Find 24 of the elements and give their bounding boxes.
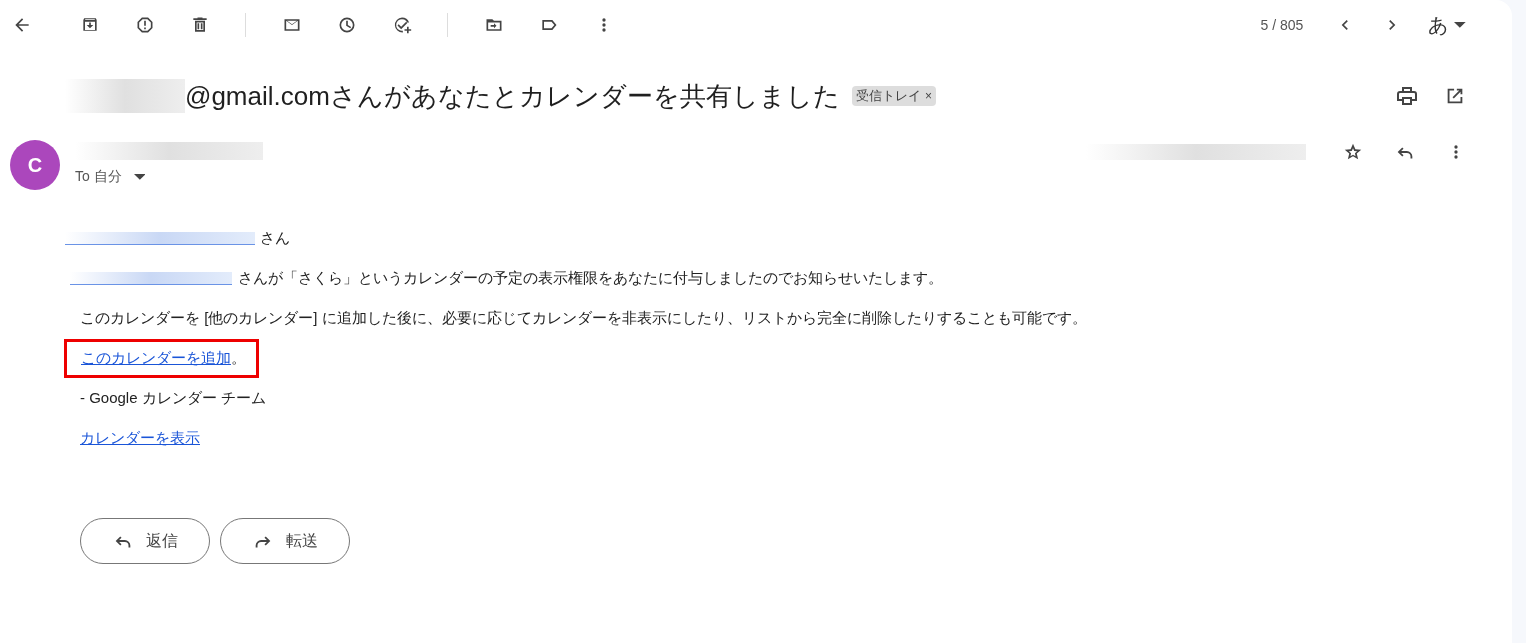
report-spam-icon[interactable] bbox=[135, 15, 155, 35]
sender-avatar[interactable]: C bbox=[10, 140, 60, 190]
calendar-link[interactable]: カレンダーを表示 bbox=[80, 428, 200, 446]
print-icon[interactable] bbox=[1395, 84, 1419, 108]
body-text: このカレンダーを [他のカレンダー] に追加した後に、必要に応じてカレンダーを非表示にしたり、リストから完全に削除したりすることも可能です。 bbox=[80, 308, 1087, 328]
email-subject: @gmail.comさんがあなたとカレンダーを共有しました bbox=[185, 79, 840, 113]
message-counter: 5 / 805 bbox=[1260, 17, 1304, 33]
inbox-label-chip[interactable]: 受信トレイ × bbox=[851, 86, 936, 106]
body-text: - Google カレンダー チーム bbox=[80, 388, 266, 408]
caret-icon bbox=[133, 174, 146, 180]
reply-button[interactable]: 返信 bbox=[80, 518, 210, 564]
recipient-details-button[interactable]: To 自分 bbox=[75, 168, 263, 186]
delete-icon[interactable] bbox=[190, 15, 210, 35]
snooze-icon[interactable] bbox=[337, 15, 357, 35]
label-text: 受信トレイ bbox=[855, 87, 921, 105]
caret-icon bbox=[1454, 22, 1466, 28]
calendar-link[interactable]: このカレンダーを追加 bbox=[81, 348, 231, 366]
add-task-icon[interactable] bbox=[392, 15, 412, 35]
input-tools-button[interactable]: あ bbox=[1428, 11, 1466, 39]
body-text: さんが「さくら」というカレンダーの予定の表示権限をあなたに付与しましたのでお知らせいたします。 bbox=[238, 268, 943, 288]
greeting-text: さん bbox=[260, 228, 290, 248]
forward-button[interactable]: 転送 bbox=[220, 518, 350, 564]
punctuation: 。 bbox=[231, 348, 246, 366]
remove-label-button[interactable]: × bbox=[924, 89, 932, 103]
